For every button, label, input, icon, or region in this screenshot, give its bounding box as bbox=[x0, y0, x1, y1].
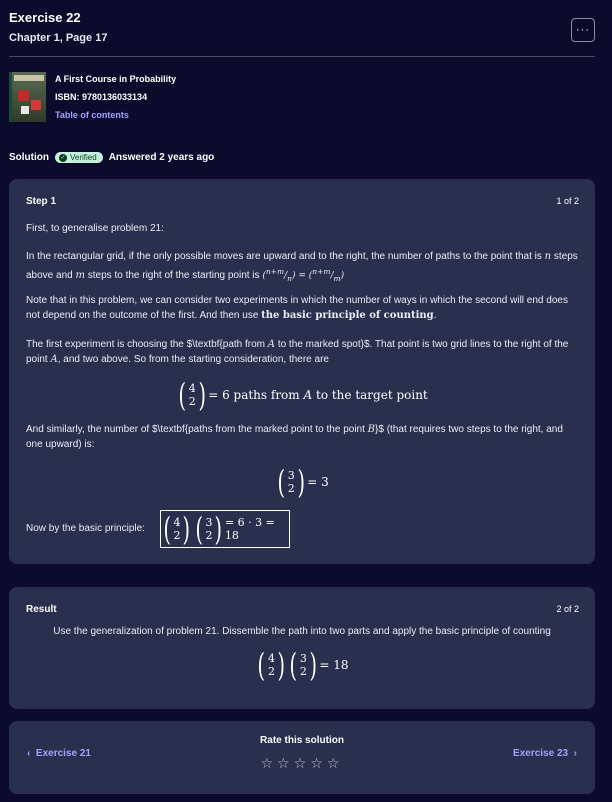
next-exercise-link[interactable]: Exercise 23 › bbox=[513, 748, 577, 759]
dice-icon bbox=[18, 90, 29, 101]
binom-bottom: 2 bbox=[299, 665, 307, 678]
equation-text: = 18 bbox=[319, 658, 349, 672]
binom-top: 3 bbox=[205, 516, 213, 529]
math-var: m bbox=[75, 270, 85, 281]
solution-row: Solution ✓ Verified Answered 2 years ago bbox=[9, 152, 214, 163]
binom-bottom: 2 bbox=[267, 665, 275, 678]
answered-time: Answered 2 years ago bbox=[108, 152, 215, 163]
binom-bottom: 2 bbox=[188, 395, 196, 408]
ellipsis-icon: ··· bbox=[576, 23, 590, 36]
text: steps to the right of the starting point… bbox=[87, 270, 260, 281]
binomial: ( 32 ) bbox=[289, 646, 317, 684]
paragraph: Note that in this problem, we can consid… bbox=[26, 293, 578, 323]
result-count: 2 of 2 bbox=[556, 604, 579, 614]
dice-icon bbox=[31, 100, 41, 110]
binom-top: 4 bbox=[267, 652, 275, 665]
binomial: ( 42 ) bbox=[178, 376, 206, 414]
text: . bbox=[433, 310, 437, 321]
check-icon: ✓ bbox=[59, 153, 67, 162]
binom-top: 4 bbox=[173, 516, 181, 529]
exercise-title: Exercise 22 bbox=[9, 10, 81, 25]
rate-label: Rate this solution bbox=[260, 735, 344, 746]
navigation-card: ‹ Exercise 21 Rate this solution ☆☆☆☆☆ E… bbox=[9, 721, 595, 794]
book-info: A First Course in Probability ISBN: 9780… bbox=[9, 72, 409, 124]
binomial: ( 42 ) bbox=[163, 510, 191, 548]
binom-bottom: n bbox=[287, 273, 292, 283]
book-title: A First Course in Probability bbox=[55, 74, 177, 84]
text: that is bbox=[515, 251, 542, 262]
math-var: A bbox=[50, 354, 58, 365]
result-equation: ( 42 ) ( 32 ) = 18 bbox=[9, 647, 595, 683]
divider bbox=[9, 56, 595, 57]
binomial-expression: (n+m/n) = (n+m/m) bbox=[262, 267, 345, 283]
verified-badge: ✓ Verified bbox=[55, 152, 103, 163]
binom-bottom: 2 bbox=[173, 529, 181, 542]
paragraph: First, to generalise problem 21: bbox=[26, 223, 164, 234]
binom-top: 3 bbox=[287, 469, 295, 482]
text: , and two above. So from the starting co… bbox=[57, 354, 329, 365]
verified-label: Verified bbox=[70, 153, 97, 162]
binom-top: 4 bbox=[188, 382, 196, 395]
equation: ( 32 ) = 3 bbox=[9, 464, 595, 500]
step-1-card: Step 1 1 of 2 First, to generalise probl… bbox=[9, 179, 595, 564]
binom-bottom: m bbox=[333, 273, 341, 283]
book-isbn: ISBN: 9780136033134 bbox=[55, 92, 148, 102]
text: In the rectangular grid, if the only pos… bbox=[26, 251, 513, 262]
cover-title-band bbox=[14, 75, 44, 81]
text: The first experiment is choosing the $\t… bbox=[26, 339, 266, 350]
binom-top: n+m bbox=[265, 267, 285, 276]
more-options-button[interactable]: ··· bbox=[571, 18, 595, 42]
step-count: 1 of 2 bbox=[556, 196, 579, 206]
math-var: A bbox=[267, 339, 276, 350]
paragraph: The first experiment is choosing the $\t… bbox=[26, 337, 578, 367]
next-exercise-label: Exercise 23 bbox=[513, 748, 569, 759]
dice-icon bbox=[21, 106, 29, 114]
math-var: A bbox=[303, 388, 313, 402]
paragraph: Now by the basic principle: bbox=[26, 523, 145, 534]
binomial: ( 32 ) bbox=[195, 510, 223, 548]
binom-top: n+m bbox=[312, 267, 331, 276]
binomial: ( 32 ) bbox=[277, 463, 305, 501]
equation-text: = 6 · 3 = 18 bbox=[224, 516, 275, 542]
book-cover-image[interactable] bbox=[9, 72, 46, 122]
result-card: Result 2 of 2 Use the generalization of … bbox=[9, 587, 595, 709]
equation: ( 42 ) = 6 paths from A to the target po… bbox=[9, 377, 595, 413]
binom-top: 3 bbox=[299, 652, 307, 665]
equation-text: to the target point bbox=[316, 388, 428, 402]
binom-bottom: 2 bbox=[287, 482, 295, 495]
equals: = bbox=[298, 271, 306, 281]
equation-text: = 3 bbox=[307, 475, 329, 489]
math-var: B bbox=[367, 424, 376, 435]
exercise-header: Exercise 22 Chapter 1, Page 17 ··· bbox=[9, 10, 595, 44]
binomial: ( 42 ) bbox=[257, 646, 285, 684]
chevron-right-icon: › bbox=[573, 748, 577, 759]
math-var: n bbox=[544, 251, 552, 262]
exercise-subtitle: Chapter 1, Page 17 bbox=[9, 32, 108, 44]
equation-text: = 6 paths from bbox=[208, 388, 300, 402]
solution-label: Solution bbox=[9, 152, 49, 163]
bold-text: the basic principle of counting bbox=[261, 310, 434, 321]
binom-bottom: 2 bbox=[205, 529, 213, 542]
paragraph: In the rectangular grid, if the only pos… bbox=[26, 249, 578, 286]
text: And similarly, the number of $\textbf{pa… bbox=[26, 424, 365, 435]
table-of-contents-link[interactable]: Table of contents bbox=[55, 110, 176, 120]
result-title: Result bbox=[26, 604, 57, 615]
result-text: Use the generalization of problem 21. Di… bbox=[53, 626, 551, 637]
paragraph: And similarly, the number of $\textbf{pa… bbox=[26, 422, 578, 452]
step-title: Step 1 bbox=[26, 196, 57, 207]
boxed-answer: ( 42 ) ( 32 ) = 6 · 3 = 18 bbox=[160, 510, 290, 548]
rating-stars[interactable]: ☆☆☆☆☆ bbox=[9, 755, 595, 772]
